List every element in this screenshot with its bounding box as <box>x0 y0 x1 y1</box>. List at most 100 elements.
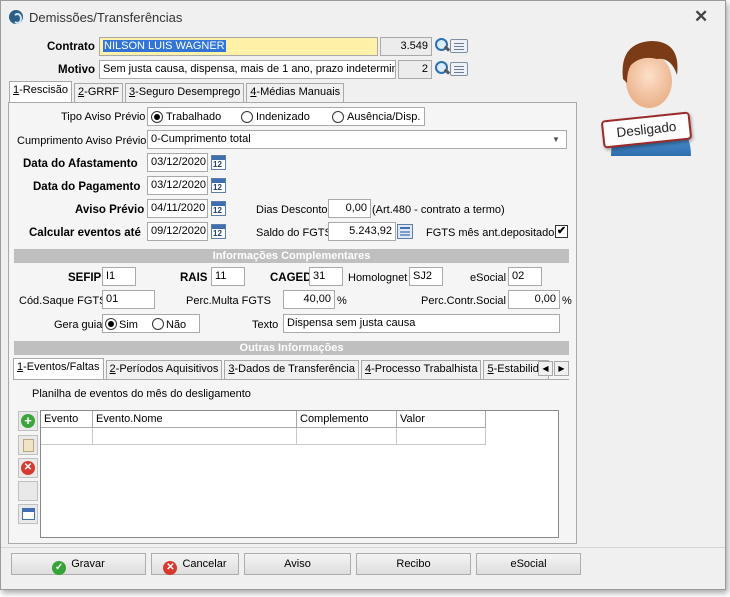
esocial-field[interactable]: 02 <box>508 267 542 286</box>
perc-multa-label: Perc.Multa FGTS <box>186 295 271 307</box>
saldo-fgts-field[interactable]: 5.243,92 <box>328 222 396 241</box>
outras-tabs: 1-Eventos/Faltas 2-Períodos Aquisitivos … <box>13 358 551 379</box>
radio-ausencia[interactable] <box>332 111 344 123</box>
tab-scroll-left-icon[interactable]: ◀ <box>538 361 553 376</box>
perc-multa-field[interactable]: 40,00 <box>283 290 335 309</box>
events-grid: Evento Evento.Nome Complemento Valor <box>40 410 559 538</box>
tab-grrf[interactable]: 2-GRRF <box>74 83 123 102</box>
cumprimento-label: Cumprimento Aviso Prévio <box>17 135 147 147</box>
dias-desconto-label: Dias Desconto <box>256 204 328 216</box>
chevron-down-icon[interactable]: ▼ <box>552 135 560 144</box>
rais-label: RAIS <box>180 272 208 284</box>
radio-sim[interactable] <box>105 318 117 330</box>
rais-field[interactable]: 11 <box>211 267 245 286</box>
complementares-header: Informações Complementares <box>14 249 569 263</box>
gravar-button[interactable]: ✓ Gravar <box>11 553 146 575</box>
esocial-label: eSocial <box>470 272 507 284</box>
column-header-evento[interactable]: Evento <box>41 411 93 428</box>
data-afastamento-label: Data do Afastamento <box>23 158 138 170</box>
grid-cell[interactable] <box>297 428 397 445</box>
tab-scroll-right-icon[interactable]: ▶ <box>554 361 569 376</box>
motivo-label: Motivo <box>58 64 96 76</box>
aviso-previo-field[interactable]: 04/11/2020 <box>147 199 208 218</box>
main-tabs: 1-Rescisão 2-GRRF 3-Seguro Desemprego 4-… <box>9 81 346 102</box>
dias-desconto-note: (Art.480 - contrato a termo) <box>372 204 505 216</box>
contrato-label: Contrato <box>47 41 95 53</box>
esocial-button[interactable]: eSocial <box>476 553 581 575</box>
sefip-label: SEFIP <box>68 272 102 284</box>
gera-guia-label: Gera guia <box>54 319 103 331</box>
calculator-icon[interactable] <box>397 224 413 239</box>
footer-divider <box>1 547 725 548</box>
blank-tool-button[interactable] <box>18 481 38 501</box>
form-view-button[interactable] <box>18 504 38 524</box>
tab-rescisao[interactable]: 1-Rescisão <box>9 81 73 102</box>
aviso-previo-label: Aviso Prévio <box>75 204 145 216</box>
cumprimento-select[interactable]: 0-Cumprimento total <box>147 130 567 149</box>
fgts-mes-checkbox[interactable]: ✔ <box>555 225 568 238</box>
radio-trabalhado[interactable] <box>151 111 163 123</box>
texto-field[interactable]: Dispensa sem justa causa <box>283 314 560 333</box>
search-icon[interactable] <box>433 60 451 78</box>
plus-icon: + <box>21 414 35 428</box>
grid-cell[interactable] <box>397 428 486 445</box>
column-header-evento-nome[interactable]: Evento.Nome <box>93 411 297 428</box>
data-pagamento-label: Data do Pagamento <box>33 181 141 193</box>
tipo-aviso-label: Tipo Aviso Prévio <box>61 111 146 123</box>
outras-header: Outras Informações <box>14 341 569 355</box>
perc-contr-field[interactable]: 0,00 <box>508 290 560 309</box>
radio-nao-label: Não <box>166 319 187 331</box>
edit-row-button[interactable] <box>18 435 38 455</box>
add-row-button[interactable]: + <box>18 411 38 431</box>
dialog-window: Demissões/Transferências ✕ Contrato NILS… <box>0 0 726 590</box>
data-afastamento-field[interactable]: 03/12/2020 <box>147 153 208 172</box>
tab-divider <box>13 379 569 380</box>
data-pagamento-field[interactable]: 03/12/2020 <box>147 176 208 195</box>
perc-contr-label: Perc.Contr.Social <box>421 295 506 307</box>
homolognet-label: Homolognet <box>348 272 408 284</box>
grid-cell[interactable] <box>41 428 93 445</box>
column-header-valor[interactable]: Valor <box>397 411 486 428</box>
sefip-field[interactable]: I1 <box>102 267 136 286</box>
column-header-complemento[interactable]: Complemento <box>297 411 397 428</box>
contrato-field[interactable]: NILSON LUIS WAGNER <box>99 37 378 56</box>
contrato-code-field[interactable]: 3.549 <box>380 37 432 56</box>
tab-medias-manuais[interactable]: 4-Médias Manuais <box>246 83 345 102</box>
tab-processo-trabalhista[interactable]: 4-Processo Trabalhista <box>360 360 482 379</box>
calcular-eventos-label: Calcular eventos até <box>29 227 141 239</box>
calendar-icon[interactable] <box>211 224 226 239</box>
radio-trabalhado-label: Trabalhado <box>166 111 222 123</box>
saldo-fgts-label: Saldo do FGTS <box>256 227 332 239</box>
tab-dados-transferencia[interactable]: 3-Dados de Transferência <box>224 360 359 379</box>
recibo-button[interactable]: Recibo <box>356 553 471 575</box>
card-icon[interactable] <box>450 62 468 76</box>
tab-seguro-desemprego[interactable]: 3-Seguro Desemprego <box>124 83 245 102</box>
homolognet-field[interactable]: SJ2 <box>409 267 443 286</box>
window-title: Demissões/Transferências <box>29 10 183 25</box>
caged-field[interactable]: 31 <box>309 267 343 286</box>
search-icon[interactable] <box>433 37 451 55</box>
aviso-button[interactable]: Aviso <box>244 553 351 575</box>
cod-saque-label: Cód.Saque FGTS <box>19 295 107 307</box>
delete-row-button[interactable]: ✕ <box>18 458 38 478</box>
calendar-icon[interactable] <box>211 178 226 193</box>
motivo-code-field[interactable]: 2 <box>398 60 432 79</box>
calendar-icon[interactable] <box>211 155 226 170</box>
cancelar-button[interactable]: ✕ Cancelar <box>151 553 239 575</box>
contrato-value: NILSON LUIS WAGNER <box>103 40 226 52</box>
radio-nao[interactable] <box>152 318 164 330</box>
close-icon[interactable]: ✕ <box>694 7 708 27</box>
tab-eventos-faltas[interactable]: 1-Eventos/Faltas <box>13 358 104 379</box>
motivo-field[interactable]: Sem justa causa, dispensa, mais de 1 ano… <box>99 60 396 79</box>
perc-contr-unit: % <box>562 295 572 307</box>
card-icon[interactable] <box>450 39 468 53</box>
cod-saque-field[interactable]: 01 <box>102 290 155 309</box>
calendar-icon[interactable] <box>211 201 226 216</box>
radio-sim-label: Sim <box>119 319 138 331</box>
caged-label: CAGED <box>270 272 312 284</box>
dias-desconto-field[interactable]: 0,00 <box>328 199 371 218</box>
tab-periodos-aquisitivos[interactable]: 2-Períodos Aquisitivos <box>105 360 223 379</box>
radio-indenizado[interactable] <box>241 111 253 123</box>
grid-cell[interactable] <box>93 428 297 445</box>
calcular-eventos-field[interactable]: 09/12/2020 <box>147 222 208 241</box>
